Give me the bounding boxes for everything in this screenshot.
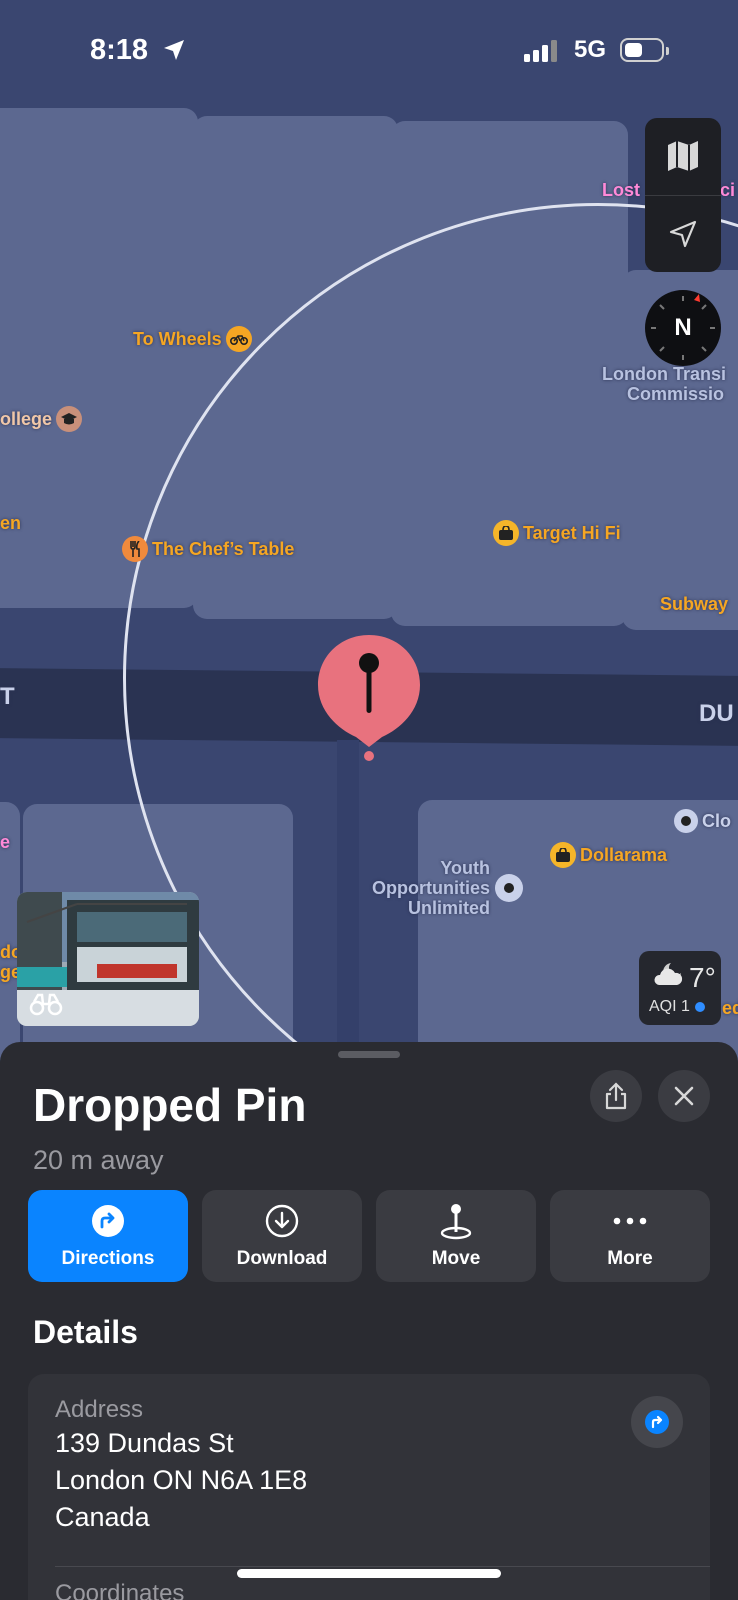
dropped-pin-marker[interactable] (316, 633, 422, 763)
move-button[interactable]: Move (376, 1190, 536, 1282)
binoculars-icon (29, 992, 63, 1021)
location-dot-icon (674, 809, 698, 833)
address-line3[interactable]: Canada (55, 1502, 150, 1533)
poi-label: ci (720, 180, 736, 200)
place-sheet: Dropped Pin 20 m away Directions Downloa… (0, 1042, 738, 1600)
directions-label: Directions (61, 1248, 155, 1269)
poi-en[interactable]: en (0, 513, 21, 534)
poi-label-line2: Commissio (627, 384, 725, 404)
poi-youth-opportunities[interactable]: Youth Opportunities Unlimited (358, 858, 490, 918)
battery-icon (620, 38, 669, 62)
move-label: Move (431, 1248, 481, 1269)
map-mode-button[interactable] (645, 118, 721, 194)
directions-icon (28, 1202, 188, 1240)
track-location-button[interactable] (645, 196, 721, 272)
poi-ci[interactable]: ci (720, 180, 735, 201)
look-around-thumbnail[interactable] (17, 892, 199, 1026)
location-arrow-icon (162, 38, 186, 67)
status-bar: 8:18 5G (0, 0, 738, 100)
sheet-grabber[interactable] (338, 1051, 400, 1058)
compass-button[interactable]: N (645, 290, 721, 366)
close-icon (674, 1086, 694, 1106)
graduation-cap-icon (56, 406, 83, 432)
location-dot-icon (495, 874, 523, 902)
map-controls (645, 118, 721, 272)
place-title: Dropped Pin (33, 1079, 307, 1131)
poi-label: Dollarama (580, 844, 668, 865)
poi-to-wheels[interactable]: To Wheels (133, 326, 252, 352)
poi-subway[interactable]: Subway (660, 594, 728, 615)
network-type: 5G (574, 36, 607, 63)
bicycle-icon (225, 326, 252, 352)
poi-dollarama[interactable]: Dollarama (550, 842, 667, 868)
shopping-bag-icon (493, 520, 519, 546)
poi-chefs-table[interactable]: The Chef’s Table (122, 536, 294, 562)
poi-london-transit[interactable]: London Transi Commissio (602, 364, 726, 404)
poi-target-hifi[interactable]: Target Hi Fi (493, 520, 621, 546)
poi-label-line2: Opportunities (372, 878, 490, 898)
poi-ed: ed (722, 998, 738, 1018)
poi-college[interactable]: ollege (0, 406, 83, 432)
poi-label: ollege (0, 408, 53, 429)
poi-label: en (0, 513, 22, 533)
divider (55, 1566, 710, 1567)
share-button[interactable] (590, 1070, 642, 1122)
poi-label: Subway (660, 594, 729, 614)
cloudy-moon-icon (651, 961, 685, 994)
poi-label-line1: London Transi (602, 364, 726, 384)
address-line1[interactable]: 139 Dundas St (55, 1428, 234, 1459)
compass-letter: N (674, 314, 692, 341)
poi-label: Target Hi Fi (523, 522, 621, 543)
directions-button[interactable]: Directions (28, 1190, 188, 1282)
directions-icon (645, 1410, 669, 1434)
download-button[interactable]: Download (202, 1190, 362, 1282)
details-card: Address 139 Dundas St London ON N6A 1E8 … (28, 1374, 710, 1600)
move-pin-icon (376, 1202, 536, 1240)
address-line2[interactable]: London ON N6A 1E8 (55, 1465, 307, 1496)
more-label: More (607, 1248, 653, 1269)
place-distance: 20 m away (33, 1145, 164, 1175)
download-icon (202, 1202, 362, 1240)
ellipsis-icon (550, 1202, 710, 1240)
poi-lost[interactable]: Lost (602, 180, 640, 201)
street-label-t: T (0, 683, 15, 710)
details-heading: Details (33, 1314, 138, 1350)
weather-widget[interactable]: 7° AQI 1 (639, 951, 721, 1025)
address-directions-button[interactable] (631, 1396, 683, 1448)
poi-label: The Chef’s Table (152, 538, 295, 559)
status-time: 8:18 (90, 34, 149, 66)
aqi-value: AQI 1 (649, 998, 690, 1015)
poi-label-line1: Youth (440, 858, 490, 878)
shopping-bag-icon (550, 842, 576, 868)
poi-label-line3: Unlimited (407, 898, 490, 918)
poi-clo[interactable]: Clo (674, 809, 731, 833)
poi-label: Clo (702, 810, 731, 831)
more-button[interactable]: More (550, 1190, 710, 1282)
map-icon (668, 141, 698, 171)
temperature-value: 7° (689, 961, 716, 993)
coordinates-label: Coordinates (55, 1580, 185, 1600)
share-icon (605, 1082, 627, 1110)
fork-knife-icon (122, 536, 148, 562)
maps-screen: To Wheels ollege en The Chef’s Table Tar… (0, 0, 738, 1600)
home-indicator[interactable] (237, 1569, 501, 1578)
address-label: Address (55, 1396, 144, 1423)
close-button[interactable] (658, 1070, 710, 1122)
poi-e: e (0, 832, 11, 852)
signal-bars-icon (524, 40, 560, 67)
location-arrow-outline-icon (669, 220, 697, 248)
weather-temp: 7° (651, 961, 716, 994)
poi-label: Lost (602, 180, 640, 200)
aqi-indicator-icon (694, 1002, 705, 1012)
download-label: Download (236, 1248, 328, 1269)
aqi-row: AQI 1 (649, 998, 705, 1016)
poi-label: To Wheels (133, 328, 222, 349)
street-label-du: DU (699, 700, 734, 727)
map-view[interactable]: To Wheels ollege en The Chef’s Table Tar… (0, 0, 738, 1060)
